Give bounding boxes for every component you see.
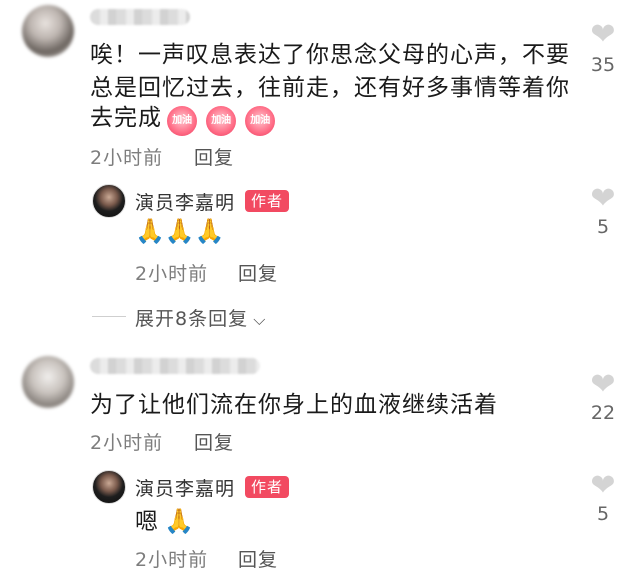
- heart-icon[interactable]: ❤: [583, 471, 623, 501]
- comment-text-line: 总是回忆过去，往前走，还有好多事情等着你: [90, 75, 570, 101]
- author-avatar[interactable]: [92, 184, 126, 218]
- chevron-down-icon: ⌵: [253, 310, 267, 329]
- reply-time: 2小时前: [135, 549, 209, 571]
- reply-content: 嗯 🙏: [135, 505, 194, 539]
- like-count: 35: [590, 54, 616, 76]
- commenter-avatar[interactable]: [22, 5, 74, 57]
- heart-icon[interactable]: ❤: [583, 20, 623, 50]
- comment-text: 为了让他们流在你身上的血液继续活着: [90, 392, 498, 418]
- pray-emoji: 🙏: [164, 507, 194, 535]
- like-count: 5: [596, 503, 610, 525]
- jiayou-emoji: 加油: [167, 105, 198, 136]
- pray-emoji: 🙏🙏🙏: [135, 217, 225, 245]
- author-badge: 作者: [245, 190, 290, 212]
- jiayou-emoji: 加油: [206, 105, 237, 136]
- reply-button[interactable]: 回复: [238, 545, 278, 572]
- comment-text-line: 去完成 加油 加油 加油: [90, 101, 279, 136]
- author-badge: 作者: [245, 476, 290, 498]
- like-count: 22: [590, 402, 616, 424]
- reply-text: 嗯: [135, 509, 159, 535]
- comment-text-fragment: 去完成: [90, 105, 162, 131]
- reply-button[interactable]: 回复: [238, 259, 278, 286]
- jiayou-emoji: 加油: [245, 105, 276, 136]
- expand-divider: [92, 316, 126, 317]
- expand-replies-button[interactable]: 展开8条回复 ⌵: [135, 304, 266, 331]
- heart-icon[interactable]: ❤: [583, 370, 623, 400]
- author-avatar[interactable]: [92, 470, 126, 504]
- reply-button[interactable]: 回复: [194, 143, 234, 170]
- expand-replies-label: 展开8条回复: [135, 308, 249, 330]
- reply-button[interactable]: 回复: [194, 428, 234, 455]
- comment-text-line: 唉！一声叹息表达了你思念父母的心声，不要: [90, 42, 570, 68]
- reply-time: 2小时前: [135, 263, 209, 285]
- author-name[interactable]: 演员李嘉明: [135, 188, 235, 215]
- comment-time: 2小时前: [90, 147, 164, 169]
- commenter-name-blurred[interactable]: [90, 358, 260, 374]
- heart-icon[interactable]: ❤: [583, 184, 623, 214]
- comment-time: 2小时前: [90, 432, 164, 454]
- commenter-name-blurred[interactable]: [90, 9, 190, 25]
- commenter-avatar[interactable]: [22, 356, 74, 408]
- like-count: 5: [596, 216, 610, 238]
- author-name[interactable]: 演员李嘉明: [135, 474, 235, 501]
